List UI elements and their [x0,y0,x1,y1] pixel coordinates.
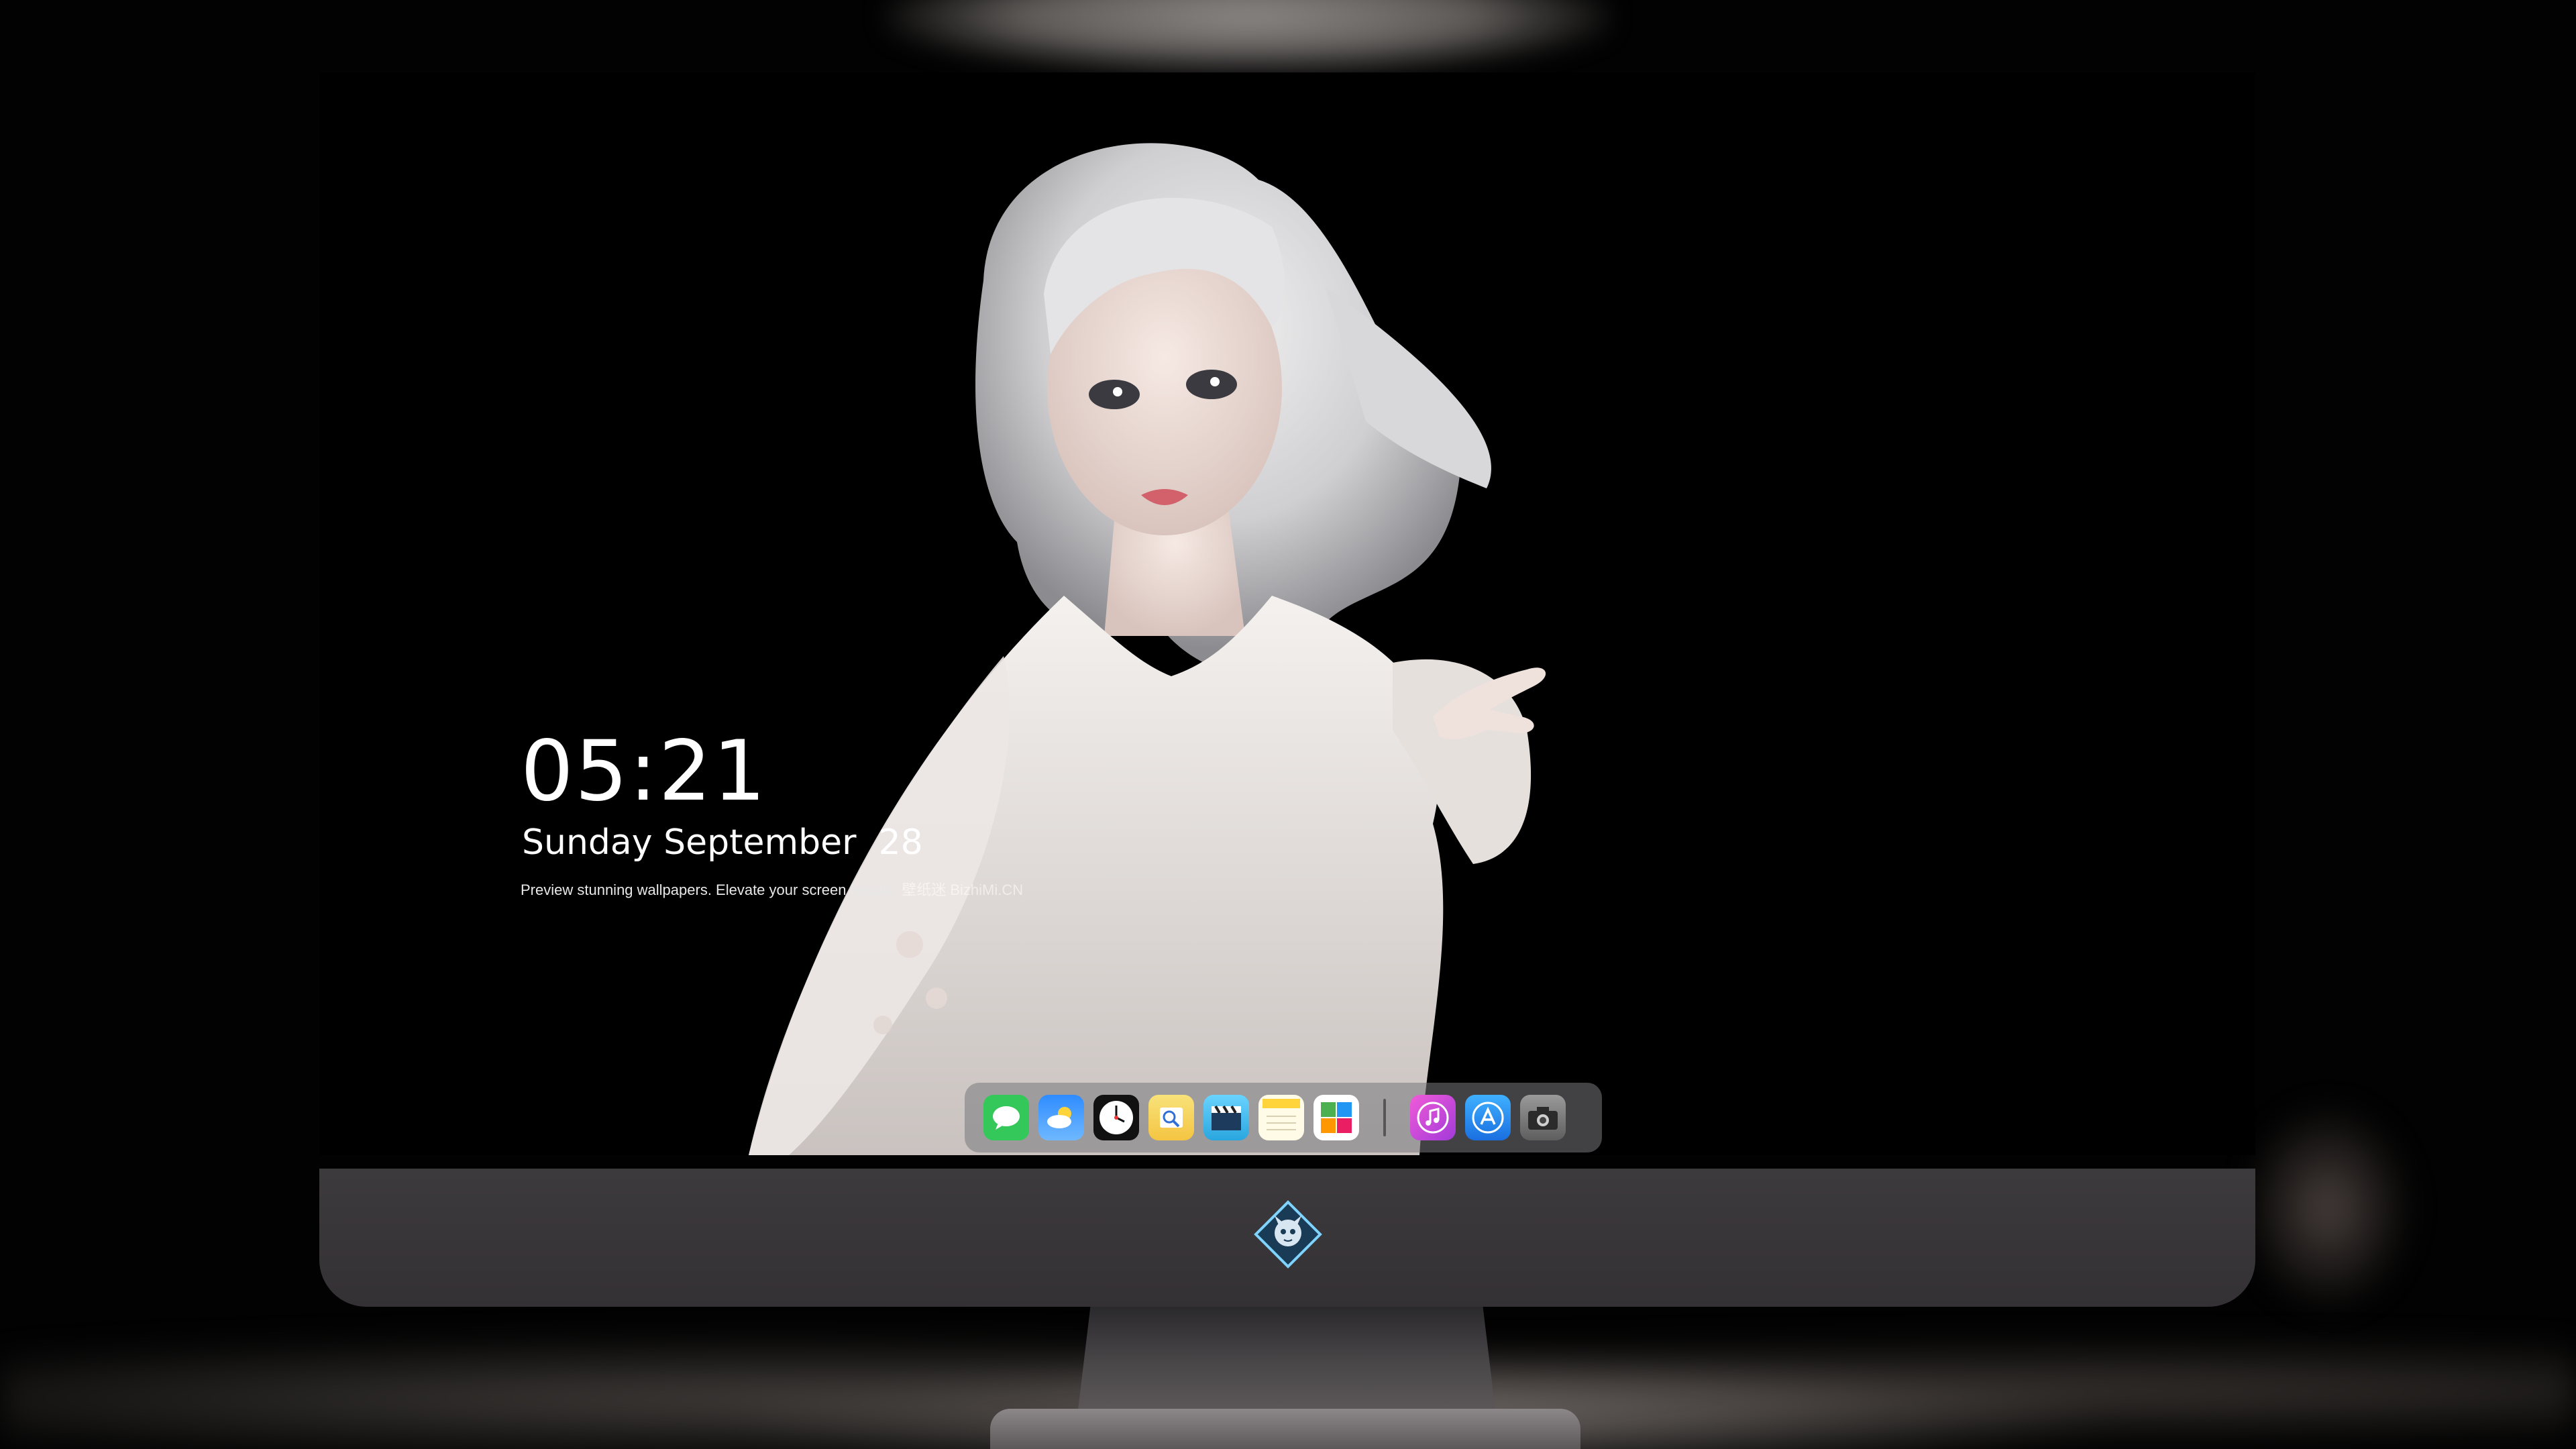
messages-icon[interactable] [983,1095,1029,1140]
desktop-scene: 05:21 Sunday September 28 Preview stunni… [0,0,2576,1449]
dock [965,1083,1602,1152]
app-store-icon[interactable] [1465,1095,1511,1140]
lock-screen-time: 05:21 [521,723,767,820]
dragon-logo-icon [1254,1200,1322,1269]
photos-icon[interactable] [1313,1095,1359,1140]
blurred-background-top [885,0,1610,74]
brand-watermark: 壁纸迷 BizhiMi.CN [902,881,1024,898]
blurred-background-right [2241,1100,2415,1315]
wallpaper-figure [749,143,1546,1155]
camera-icon[interactable] [1520,1095,1566,1140]
clock-icon[interactable] [1093,1095,1139,1140]
weather-icon[interactable] [1038,1095,1084,1140]
music-icon[interactable] [1410,1095,1456,1140]
monitor-stand-base [990,1409,1580,1449]
notes-icon[interactable] [1258,1095,1304,1140]
preview-icon[interactable] [1148,1095,1194,1140]
video-icon[interactable] [1203,1095,1249,1140]
lock-screen-date: Sunday September 28 [522,822,923,863]
lock-screen-tagline: Preview stunning wallpapers. Elevate you… [521,883,1023,898]
dock-separator [1383,1099,1386,1136]
monitor-screen: 05:21 Sunday September 28 Preview stunni… [319,72,2255,1155]
tagline-text: Preview stunning wallpapers. Elevate you… [521,881,898,898]
